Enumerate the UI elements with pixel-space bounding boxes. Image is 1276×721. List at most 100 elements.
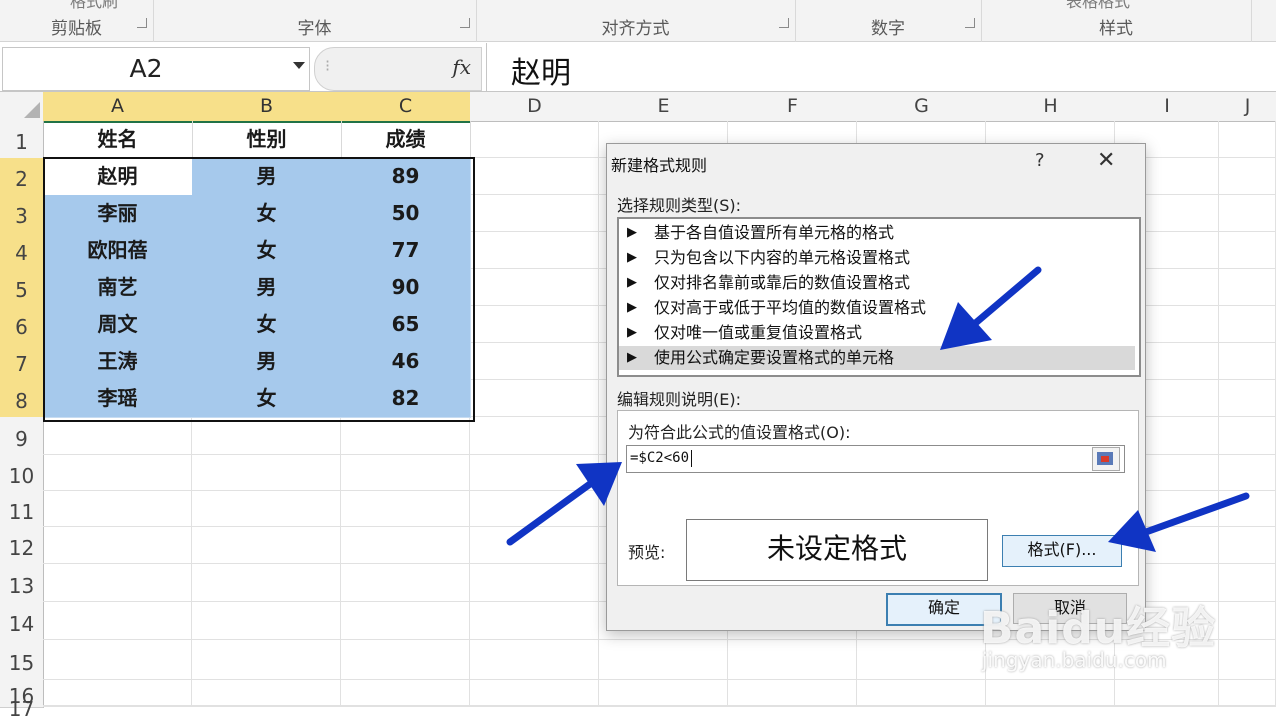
row-header-11[interactable]: 11: [0, 491, 44, 528]
row-header-14[interactable]: 14: [0, 602, 44, 641]
rule-type-label: 仅对唯一值或重复值设置格式: [654, 323, 863, 342]
rule-type-label: 仅对高于或低于平均值的数值设置格式: [654, 298, 927, 317]
watermark-url: jingyan.baidu.com: [982, 648, 1167, 672]
cell-header[interactable]: 成绩: [341, 121, 471, 159]
rule-type-item[interactable]: ▶ 只为包含以下内容的单元格设置格式: [619, 246, 1135, 270]
table-cell[interactable]: 王涛: [43, 343, 193, 381]
formula-controls: ⁝ fx: [314, 47, 482, 91]
new-formatting-rule-dialog: 新建格式规则 ? ✕ 选择规则类型(S): ▶ 基于各自值设置所有单元格的格式 ▶ 只…: [606, 143, 1146, 631]
column-header-b[interactable]: B: [192, 92, 342, 123]
column-header-e[interactable]: E: [599, 92, 729, 122]
table-cell[interactable]: 女: [192, 306, 342, 344]
format-button[interactable]: 格式(F)...: [1002, 535, 1122, 567]
ribbon-group-number: 数字: [795, 0, 982, 42]
row-header-15[interactable]: 15: [0, 640, 44, 681]
ribbon-group-label: 样式: [1099, 19, 1133, 39]
rule-type-list[interactable]: ▶ 基于各自值设置所有单元格的格式 ▶ 只为包含以下内容的单元格设置格式 ▶ 仅对排名靠前…: [617, 217, 1141, 377]
select-all-corner[interactable]: [0, 92, 44, 122]
column-header-h[interactable]: H: [986, 92, 1116, 122]
preview-label: 预览:: [628, 543, 666, 562]
dialog-launcher-icon[interactable]: [137, 18, 147, 28]
dialog-launcher-icon[interactable]: [460, 18, 470, 28]
row-header-8[interactable]: 8: [0, 380, 45, 418]
column-header-a[interactable]: A: [43, 92, 193, 123]
rule-type-item[interactable]: ▶ 使用公式确定要设置格式的单元格: [619, 346, 1135, 370]
cell-header[interactable]: 姓名: [43, 121, 193, 159]
separator-dots: ⁝: [325, 56, 331, 75]
row-header-13[interactable]: 13: [0, 564, 44, 603]
table-cell[interactable]: 李瑶: [43, 380, 193, 418]
rule-type-label: 仅对排名靠前或靠后的数值设置格式: [654, 273, 911, 292]
ribbon-group-styles: 表格格式 样式: [981, 0, 1252, 42]
gridline: [43, 679, 1276, 680]
name-box[interactable]: A2: [2, 47, 310, 91]
row-header-2[interactable]: 2: [0, 158, 45, 196]
table-cell[interactable]: 女: [192, 195, 342, 233]
table-cell[interactable]: 女: [192, 380, 342, 418]
ribbon-group-label: 剪贴板: [51, 19, 102, 39]
row-header-17[interactable]: 17: [0, 699, 44, 719]
table-cell[interactable]: 90: [341, 269, 471, 307]
row-header-6[interactable]: 6: [0, 306, 45, 344]
column-header-d[interactable]: D: [470, 92, 600, 122]
insert-function-icon[interactable]: fx: [452, 55, 471, 79]
column-header-c[interactable]: C: [341, 92, 471, 123]
range-select-icon-arrow: [1101, 456, 1109, 462]
table-cell[interactable]: 77: [341, 232, 471, 270]
table-cell[interactable]: 男: [192, 158, 342, 196]
row-header-12[interactable]: 12: [0, 527, 44, 565]
rule-type-item[interactable]: ▶ 基于各自值设置所有单元格的格式: [619, 221, 1135, 245]
row-header-3[interactable]: 3: [0, 195, 45, 233]
ribbon: 格式刷 剪贴板 字体 对齐方式 数字 表格格式 样式: [0, 0, 1276, 42]
table-cell[interactable]: 赵明: [43, 158, 193, 196]
table-cell[interactable]: 50: [341, 195, 471, 233]
table-cell[interactable]: 65: [341, 306, 471, 344]
table-cell[interactable]: 男: [192, 343, 342, 381]
column-header-g[interactable]: G: [857, 92, 987, 122]
column-header-i[interactable]: I: [1115, 92, 1220, 122]
ribbon-group-font: 字体: [153, 0, 477, 42]
column-header-f[interactable]: F: [728, 92, 858, 122]
table-cell[interactable]: 女: [192, 232, 342, 270]
rule-type-label: 基于各自值设置所有单元格的格式: [654, 223, 895, 242]
table-cell[interactable]: 周文: [43, 306, 193, 344]
row-header-10[interactable]: 10: [0, 455, 44, 492]
dialog-launcher-icon[interactable]: [779, 18, 789, 28]
row-header-9[interactable]: 9: [0, 417, 44, 456]
row-header-7[interactable]: 7: [0, 343, 45, 381]
table-cell[interactable]: 46: [341, 343, 471, 381]
ribbon-group-clipboard: 格式刷 剪贴板: [0, 0, 154, 42]
ribbon-group-label: 对齐方式: [601, 19, 670, 39]
rule-type-item[interactable]: ▶ 仅对高于或低于平均值的数值设置格式: [619, 296, 1135, 320]
ribbon-group-label: 数字: [871, 19, 905, 39]
rule-type-item[interactable]: ▶ 仅对排名靠前或靠后的数值设置格式: [619, 271, 1135, 295]
table-cell[interactable]: 男: [192, 269, 342, 307]
rule-formula-input[interactable]: =$C2<60: [626, 445, 1125, 473]
row-header-5[interactable]: 5: [0, 269, 45, 307]
formula-input[interactable]: 赵明: [486, 43, 1276, 92]
preview-box: 未设定格式: [686, 519, 988, 581]
table-cell[interactable]: 82: [341, 380, 471, 418]
close-icon[interactable]: ✕: [1097, 148, 1115, 173]
table-cell[interactable]: 欧阳蓓: [43, 232, 193, 270]
column-header-j[interactable]: J: [1219, 92, 1276, 122]
dialog-title: 新建格式规则: [611, 156, 708, 175]
triangle-right-icon: ▶: [627, 275, 637, 290]
ribbon-table-format-fragment[interactable]: 表格格式: [1066, 0, 1130, 12]
watermark-logo: Baidu经验: [980, 603, 1217, 654]
chevron-down-icon[interactable]: [293, 62, 305, 69]
table-cell[interactable]: 李丽: [43, 195, 193, 233]
table-cell[interactable]: 南艺: [43, 269, 193, 307]
help-icon[interactable]: ?: [1035, 150, 1045, 171]
ribbon-format-painter-fragment[interactable]: 格式刷: [70, 0, 118, 12]
cell-header[interactable]: 性别: [192, 121, 342, 159]
rule-type-item[interactable]: ▶ 仅对唯一值或重复值设置格式: [619, 321, 1135, 345]
triangle-right-icon: ▶: [627, 325, 637, 340]
row-header-4[interactable]: 4: [0, 232, 45, 270]
table-cell[interactable]: 89: [341, 158, 471, 196]
dialog-launcher-icon[interactable]: [965, 18, 975, 28]
gridline: [598, 121, 599, 707]
row-header-1[interactable]: 1: [0, 121, 44, 159]
collapse-dialog-button[interactable]: [1092, 447, 1120, 471]
formula-bar: A2 ⁝ fx 赵明: [0, 43, 1276, 92]
